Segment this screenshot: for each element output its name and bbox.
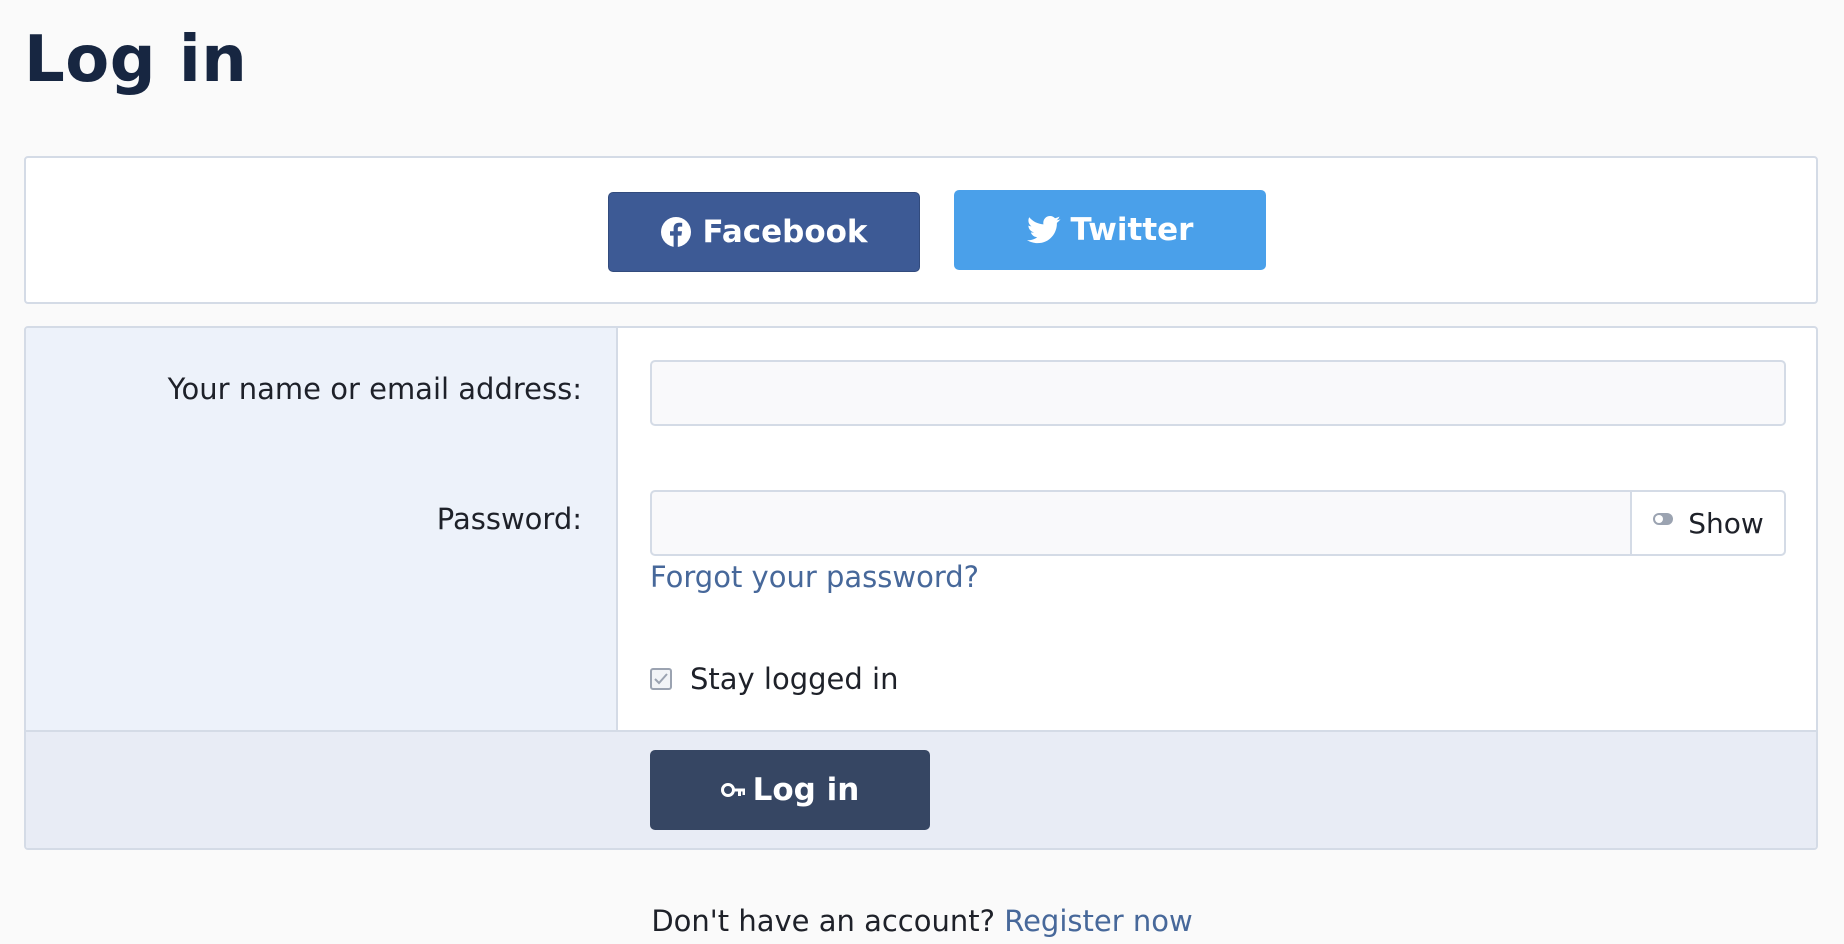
stay-logged-in-option[interactable]: Stay logged in: [650, 662, 898, 696]
password-input[interactable]: [652, 492, 1630, 554]
social-login-panel: Facebook Twitter: [24, 156, 1818, 304]
facebook-label: Facebook: [702, 214, 868, 250]
register-now-link[interactable]: Register now: [1004, 904, 1192, 938]
login-submit-label: Log in: [752, 772, 860, 808]
login-form: Your name or email address: Password: Sh…: [24, 326, 1818, 850]
forgot-password-link[interactable]: Forgot your password?: [650, 560, 979, 594]
twitter-label: Twitter: [1070, 212, 1194, 248]
twitter-login-button[interactable]: Twitter: [954, 190, 1266, 270]
facebook-icon: [660, 216, 692, 248]
stay-logged-in-label: Stay logged in: [690, 662, 899, 696]
login-submit-button[interactable]: Log in: [650, 750, 930, 830]
register-prompt-text: Don't have an account?: [651, 904, 995, 938]
form-footer: Log in: [26, 730, 1816, 848]
name-or-email-input[interactable]: [650, 360, 1786, 426]
form-label-column: Your name or email address: Password:: [26, 328, 618, 730]
register-prompt: Don't have an account? Register now: [0, 904, 1844, 938]
page-title: Log in: [24, 23, 248, 97]
stay-logged-in-checkbox[interactable]: [650, 668, 672, 690]
show-password-toggle[interactable]: Show: [1630, 492, 1784, 554]
facebook-login-button[interactable]: Facebook: [608, 192, 920, 272]
login-page: Log in Facebook Twitter Your name or ema…: [0, 0, 1844, 944]
checkmark-icon: [654, 673, 668, 685]
name-field-label: Your name or email address:: [167, 372, 582, 406]
key-icon: [720, 781, 747, 799]
twitter-icon: [1026, 215, 1061, 245]
toggle-icon: [1652, 512, 1674, 526]
password-field-group: Show: [650, 490, 1786, 556]
show-password-label: Show: [1688, 506, 1764, 540]
password-field-label: Password:: [436, 502, 582, 536]
